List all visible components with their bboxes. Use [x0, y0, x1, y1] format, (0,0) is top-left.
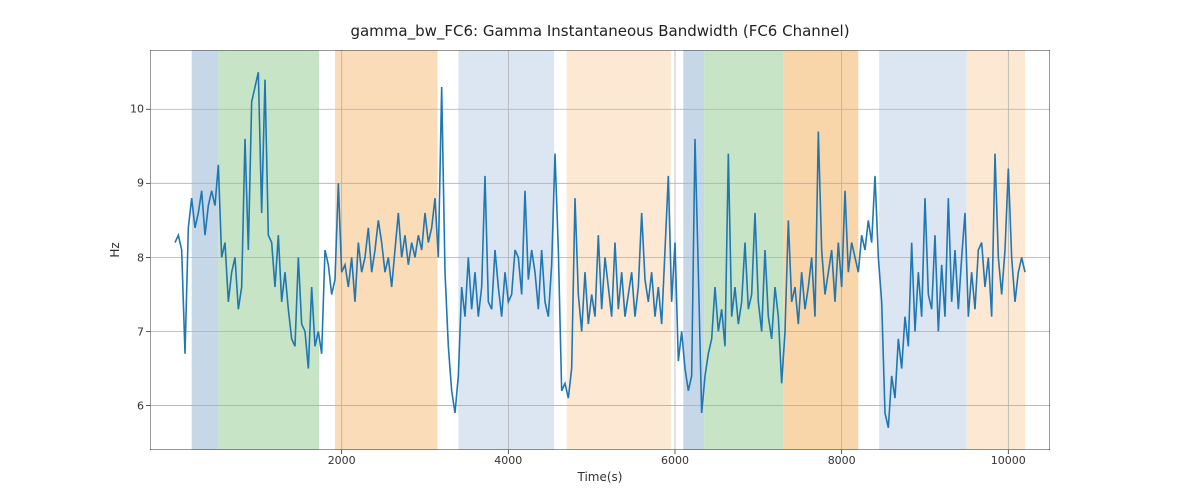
y-tick-label: 10: [104, 103, 144, 116]
shaded-region: [967, 50, 1025, 450]
chart-title: gamma_bw_FC6: Gamma Instantaneous Bandwi…: [0, 22, 1200, 40]
x-tick-label: 10000: [978, 454, 1038, 467]
x-tick-label: 4000: [478, 454, 538, 467]
x-tick-label: 6000: [645, 454, 705, 467]
y-tick-label: 7: [104, 325, 144, 338]
y-tick-label: 9: [104, 177, 144, 190]
line-chart-svg: [150, 50, 1050, 450]
x-tick-label: 2000: [312, 454, 372, 467]
shaded-region: [218, 50, 319, 450]
x-axis-label: Time(s): [150, 470, 1050, 484]
plot-area: [150, 50, 1050, 450]
shaded-region: [567, 50, 671, 450]
figure: gamma_bw_FC6: Gamma Instantaneous Bandwi…: [0, 0, 1200, 500]
shaded-region: [704, 50, 783, 450]
shaded-region: [192, 50, 219, 450]
shaded-region: [458, 50, 554, 450]
y-tick-label: 8: [104, 251, 144, 264]
x-tick-label: 8000: [812, 454, 872, 467]
y-tick-label: 6: [104, 399, 144, 412]
